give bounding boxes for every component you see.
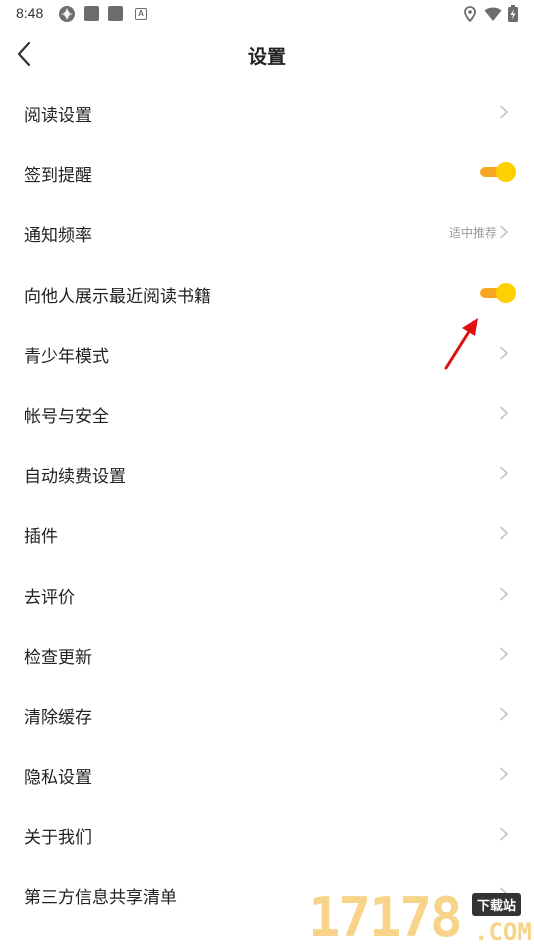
row-label: 检查更新 <box>24 647 92 668</box>
notification-square-icon <box>84 6 99 21</box>
page-title: 设置 <box>247 46 286 68</box>
row-label: 清除缓存 <box>24 707 92 728</box>
chevron-right-icon <box>500 767 508 781</box>
row-label: 插件 <box>24 527 58 548</box>
chevron-right-icon <box>500 707 508 721</box>
row-label: 隐私设置 <box>24 768 92 789</box>
watermark-digits: 17178 <box>308 886 463 949</box>
setting-row-clear-cache[interactable]: 清除缓存 <box>0 684 534 744</box>
app-icon <box>59 6 75 22</box>
setting-row-notification-frequency[interactable]: 通知频率 适中推荐 <box>0 202 534 262</box>
chevron-right-icon <box>500 466 508 480</box>
setting-row-plugins[interactable]: 插件 <box>0 503 534 563</box>
row-label: 签到提醒 <box>24 166 92 187</box>
chevron-right-icon <box>500 827 508 841</box>
chevron-right-icon <box>500 527 508 540</box>
annotation-arrow-icon <box>444 318 478 370</box>
battery-charging-icon <box>508 5 518 22</box>
setting-row-about-us[interactable]: 关于我们 <box>0 804 534 864</box>
chevron-right-icon <box>500 647 508 660</box>
location-icon <box>464 6 476 22</box>
chevron-right-icon <box>500 105 508 119</box>
row-value: 适中推荐 <box>448 226 497 241</box>
setting-row-rate-app[interactable]: 去评价 <box>0 564 534 624</box>
wifi-icon <box>484 7 502 21</box>
settings-list: 阅读设置 签到提醒 通知频率 适中推荐 向他人展示最近阅读书籍 青少年模式 帐号… <box>0 82 534 925</box>
toggle-thumb <box>496 282 516 303</box>
toggle-thumb <box>496 162 516 183</box>
status-bar: 8:48 A <box>0 0 534 28</box>
row-label: 帐号与安全 <box>24 406 109 427</box>
chevron-right-icon <box>500 346 508 360</box>
chevron-right-icon <box>500 406 508 420</box>
watermark: 17178 下载站 .COM <box>308 884 534 950</box>
header: 设置 <box>0 28 534 82</box>
setting-row-privacy[interactable]: 隐私设置 <box>0 744 534 804</box>
row-label: 关于我们 <box>24 828 92 849</box>
setting-row-auto-renew[interactable]: 自动续费设置 <box>0 443 534 503</box>
watermark-tag: 下载站 <box>472 893 522 916</box>
show-recent-books-toggle[interactable] <box>478 282 516 303</box>
setting-row-account-security[interactable]: 帐号与安全 <box>0 383 534 443</box>
notification-square-icon <box>108 6 123 21</box>
status-time: 8:48 <box>16 5 44 21</box>
row-label: 自动续费设置 <box>24 467 126 488</box>
setting-row-check-update[interactable]: 检查更新 <box>0 624 534 684</box>
chevron-right-icon <box>500 226 508 239</box>
watermark-suffix: .COM <box>474 918 532 946</box>
a-letter-icon: A <box>135 8 147 20</box>
row-label: 去评价 <box>24 587 75 608</box>
row-label: 青少年模式 <box>24 346 109 367</box>
setting-row-checkin-reminder: 签到提醒 <box>0 142 534 202</box>
row-label: 向他人展示最近阅读书籍 <box>24 286 211 307</box>
row-label: 通知频率 <box>24 226 92 247</box>
row-label: 第三方信息共享清单 <box>24 888 177 909</box>
chevron-right-icon <box>500 587 508 600</box>
row-label: 阅读设置 <box>24 106 92 126</box>
setting-row-reading[interactable]: 阅读设置 <box>0 82 534 142</box>
checkin-reminder-toggle[interactable] <box>478 162 516 183</box>
